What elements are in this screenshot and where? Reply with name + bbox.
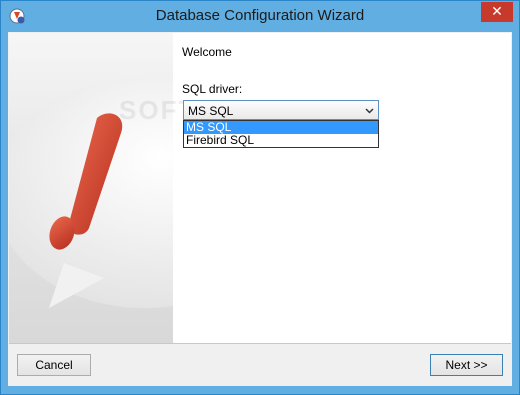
- window-title: Database Configuration Wizard: [155, 7, 365, 24]
- dropdown-option-firebird-sql[interactable]: Firebird SQL: [184, 134, 378, 147]
- wizard-client-area: SOFTPEDIA Welcome SQL driver: MS SQL MS …: [8, 32, 512, 386]
- close-button[interactable]: ✕: [481, 2, 513, 22]
- title-bar[interactable]: Database Configuration Wizard ✕: [1, 1, 519, 32]
- exclamation-bubble-icon: [9, 78, 173, 308]
- sql-driver-dropdown-list: MS SQL Firebird SQL: [183, 120, 379, 148]
- wizard-content-panel: SOFTPEDIA Welcome SQL driver: MS SQL MS …: [119, 33, 511, 343]
- welcome-heading: Welcome: [182, 45, 232, 59]
- wizard-side-image: [9, 33, 173, 343]
- wizard-window: Database Configuration Wizard ✕ Welcome …: [0, 0, 520, 395]
- chevron-down-icon[interactable]: [365, 106, 374, 115]
- sql-driver-label: SQL driver:: [182, 82, 243, 96]
- next-button[interactable]: Next >>: [430, 354, 503, 376]
- sql-driver-selected-value: MS SQL: [188, 104, 234, 118]
- close-icon: ✕: [491, 3, 503, 19]
- footer-divider: [9, 343, 511, 344]
- sql-driver-combobox[interactable]: MS SQL: [183, 100, 379, 120]
- cancel-button[interactable]: Cancel: [17, 354, 91, 376]
